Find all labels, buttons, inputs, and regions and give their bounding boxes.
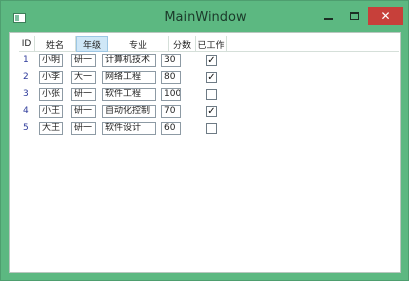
major-textbox[interactable]: 软件工程: [102, 88, 156, 101]
name-textbox[interactable]: 大王: [39, 122, 63, 135]
name-textbox[interactable]: 小李: [39, 71, 63, 84]
column-header-grade[interactable]: 年级: [76, 36, 108, 52]
checkmark-icon: ✓: [207, 72, 216, 83]
column-header-major[interactable]: 专业: [108, 36, 169, 52]
name-textbox[interactable]: 小张: [39, 88, 63, 101]
major-textbox[interactable]: 计算机技术: [102, 54, 156, 67]
employed-checkbox[interactable]: ✓: [206, 55, 217, 66]
employed-checkbox[interactable]: [206, 123, 217, 134]
close-button[interactable]: ✕: [368, 7, 403, 25]
close-icon: ✕: [380, 9, 391, 23]
grade-textbox[interactable]: 研一: [71, 54, 96, 67]
major-textbox[interactable]: 网络工程: [102, 71, 156, 84]
employed-checkbox[interactable]: ✓: [206, 72, 217, 83]
name-textbox[interactable]: 小王: [39, 105, 63, 118]
score-textbox[interactable]: 80: [161, 71, 181, 84]
checkmark-icon: ✓: [207, 106, 216, 117]
major-textbox[interactable]: 自动化控制: [102, 105, 156, 118]
score-textbox[interactable]: 30: [161, 54, 181, 67]
score-textbox[interactable]: 60: [161, 122, 181, 135]
table-row[interactable]: 1 小明 研一 计算机技术 30 ✓: [19, 52, 399, 69]
row-id: 3: [23, 89, 29, 99]
main-window: MainWindow ✕ ID 姓名 年级 专业 分数 已工作 1 小明 研一 计算机…: [0, 0, 409, 281]
title-bar[interactable]: MainWindow ✕: [1, 1, 408, 35]
row-id: 2: [23, 72, 29, 82]
grade-textbox[interactable]: 研一: [71, 122, 96, 135]
major-textbox[interactable]: 软件设计: [102, 122, 156, 135]
minimize-icon: [323, 18, 333, 20]
table-row[interactable]: 4 小王 研一 自动化控制 70 ✓: [19, 103, 399, 120]
column-header-id[interactable]: ID: [19, 36, 35, 52]
checkmark-icon: ✓: [207, 55, 216, 66]
row-id: 5: [23, 123, 29, 133]
table-row[interactable]: 5 大王 研一 软件设计 60: [19, 120, 399, 137]
row-id: 4: [23, 106, 29, 116]
grade-textbox[interactable]: 大一: [71, 71, 96, 84]
grid-body: 1 小明 研一 计算机技术 30 ✓ 2 小李 大一 网络工程 80 ✓ 3 小张 研一 软件工程 100 4 小王…: [19, 52, 399, 137]
minimize-button[interactable]: [316, 7, 340, 25]
grid-header: ID 姓名 年级 专业 分数 已工作: [19, 36, 399, 52]
data-grid[interactable]: ID 姓名 年级 专业 分数 已工作 1 小明 研一 计算机技术 30 ✓ 2 小李 大一 网络工…: [19, 36, 399, 137]
score-textbox[interactable]: 100: [161, 88, 181, 101]
row-id: 1: [23, 55, 29, 65]
column-header-name[interactable]: 姓名: [35, 36, 76, 52]
client-area: ID 姓名 年级 专业 分数 已工作 1 小明 研一 计算机技术 30 ✓ 2 小李 大一 网络工…: [9, 32, 401, 273]
grade-textbox[interactable]: 研一: [71, 88, 96, 101]
score-textbox[interactable]: 70: [161, 105, 181, 118]
employed-checkbox[interactable]: [206, 89, 217, 100]
column-header-score[interactable]: 分数: [169, 36, 196, 52]
name-textbox[interactable]: 小明: [39, 54, 63, 67]
column-header-employed[interactable]: 已工作: [196, 36, 227, 52]
table-row[interactable]: 3 小张 研一 软件工程 100: [19, 86, 399, 103]
table-row[interactable]: 2 小李 大一 网络工程 80 ✓: [19, 69, 399, 86]
employed-checkbox[interactable]: ✓: [206, 106, 217, 117]
maximize-button[interactable]: [342, 7, 366, 25]
grade-textbox[interactable]: 研一: [71, 105, 96, 118]
maximize-icon: [349, 12, 359, 20]
